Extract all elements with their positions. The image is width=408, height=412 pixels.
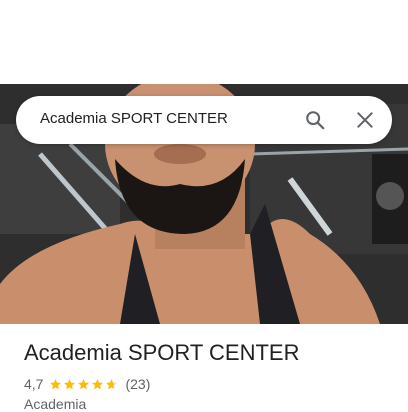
search-icon xyxy=(306,111,325,130)
star-icon xyxy=(78,378,90,389)
top-blank-area xyxy=(0,0,408,84)
star-icon xyxy=(106,378,118,389)
place-category[interactable]: Academia xyxy=(24,396,86,412)
star-icon xyxy=(64,378,76,389)
rating-row[interactable]: 4,7 (23) xyxy=(24,375,150,393)
star-icon xyxy=(50,378,62,389)
close-button[interactable] xyxy=(351,106,379,134)
rating-value: 4,7 xyxy=(24,376,44,392)
search-input[interactable]: Academia SPORT CENTER xyxy=(40,110,228,127)
search-button[interactable] xyxy=(301,106,329,134)
review-count[interactable]: (23) xyxy=(125,376,150,392)
star-icon xyxy=(92,378,104,389)
place-title: Academia SPORT CENTER xyxy=(24,340,300,365)
search-bar[interactable]: Academia SPORT CENTER xyxy=(16,96,392,144)
close-icon xyxy=(357,112,373,128)
rating-stars xyxy=(49,378,119,391)
